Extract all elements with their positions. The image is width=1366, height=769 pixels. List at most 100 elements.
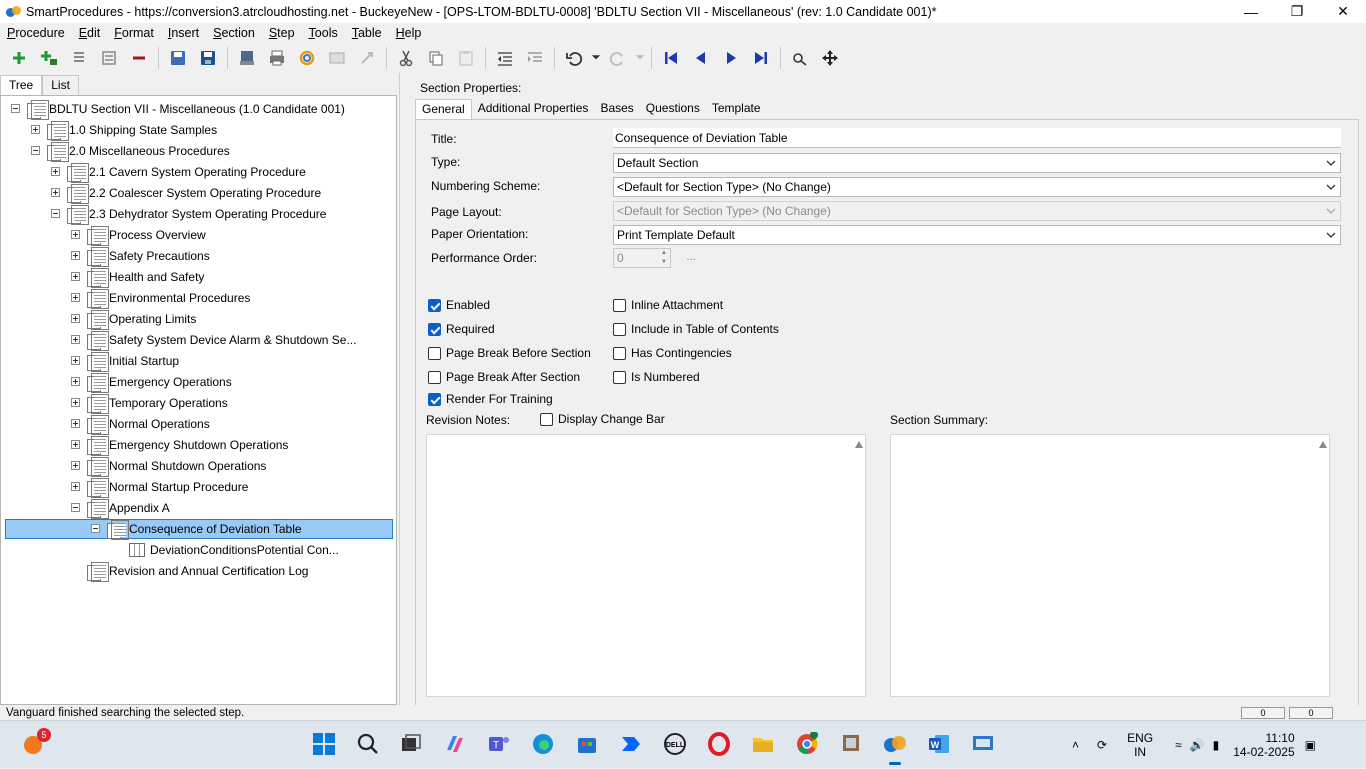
expand-icon[interactable]: [71, 251, 80, 260]
remote-app-icon[interactable]: [837, 730, 865, 758]
paper-orientation-select[interactable]: Print Template Default: [613, 225, 1341, 245]
section-summary-textarea[interactable]: [890, 434, 1330, 697]
add-child-icon[interactable]: [34, 45, 64, 71]
menu-format[interactable]: Format: [107, 26, 161, 40]
notifications-icon[interactable]: ▣: [1305, 738, 1316, 752]
language-indicator[interactable]: ENG IN: [1127, 731, 1153, 759]
scroll-up-icon[interactable]: [855, 441, 863, 448]
smartprocedures-taskbar-icon[interactable]: [881, 730, 909, 765]
enabled-checkbox[interactable]: Enabled: [428, 298, 490, 312]
tree-node[interactable]: Health and Safety: [71, 266, 204, 288]
save-icon[interactable]: [193, 45, 223, 71]
tab-tree[interactable]: Tree: [0, 75, 43, 96]
start-icon[interactable]: [310, 730, 338, 758]
next-icon[interactable]: [716, 45, 746, 71]
previous-icon[interactable]: [686, 45, 716, 71]
edge-icon[interactable]: [529, 730, 557, 758]
network-sync-icon[interactable]: ⟳: [1097, 738, 1107, 752]
menu-edit[interactable]: Edit: [72, 26, 108, 40]
tree-node[interactable]: Emergency Operations: [71, 371, 232, 393]
is-numbered-checkbox[interactable]: Is Numbered: [613, 370, 700, 384]
indent-icon[interactable]: [520, 45, 550, 71]
expand-icon[interactable]: [71, 461, 80, 470]
store-icon[interactable]: [573, 730, 601, 758]
tab-general[interactable]: General: [415, 99, 472, 119]
expand-icon[interactable]: [71, 293, 80, 302]
undo-icon[interactable]: [559, 45, 589, 71]
has-contingencies-checkbox[interactable]: Has Contingencies: [613, 346, 732, 360]
restore-button[interactable]: ❐: [1274, 0, 1320, 23]
tree-node[interactable]: Safety System Device Alarm & Shutdown Se…: [71, 329, 356, 351]
expand-icon[interactable]: [71, 419, 80, 428]
tree-node[interactable]: 2.0 Miscellaneous Procedures: [31, 140, 230, 162]
expand-icon[interactable]: [71, 335, 80, 344]
print-icon[interactable]: [262, 45, 292, 71]
expand-icon[interactable]: [71, 272, 80, 281]
menu-step[interactable]: Step: [262, 26, 302, 40]
tab-questions[interactable]: Questions: [640, 99, 706, 119]
expand-icon[interactable]: [71, 356, 80, 365]
copilot-icon[interactable]: [441, 730, 469, 758]
procedure-tree[interactable]: BDLTU Section VII - Miscellaneous (1.0 C…: [0, 95, 397, 705]
first-icon[interactable]: [656, 45, 686, 71]
tree-node[interactable]: Revision and Annual Certification Log: [71, 560, 308, 582]
tree-node[interactable]: Emergency Shutdown Operations: [71, 434, 288, 456]
revision-notes-textarea[interactable]: [426, 434, 866, 697]
tree-node[interactable]: Initial Startup: [71, 350, 179, 372]
teams-icon[interactable]: T: [485, 730, 513, 758]
tab-bases[interactable]: Bases: [594, 99, 639, 119]
chevron-up-icon[interactable]: ˄: [1072, 738, 1079, 752]
tree-node[interactable]: Operating Limits: [71, 308, 196, 330]
chrome-icon[interactable]: [793, 730, 821, 758]
align-icon[interactable]: [64, 45, 94, 71]
collapse-icon[interactable]: [31, 146, 40, 155]
copy-icon[interactable]: [421, 45, 451, 71]
tree-node[interactable]: Normal Operations: [71, 413, 210, 435]
tree-node[interactable]: Appendix A: [71, 497, 170, 519]
render-for-training-checkbox[interactable]: Render For Training: [428, 392, 553, 406]
tree-node[interactable]: 2.1 Cavern System Operating Procedure: [51, 161, 306, 183]
menu-procedure[interactable]: Procedure: [0, 26, 72, 40]
menu-insert[interactable]: Insert: [161, 26, 206, 40]
tab-additional-properties[interactable]: Additional Properties: [472, 99, 595, 119]
remote-desktop-icon[interactable]: [969, 730, 997, 758]
pane-splitter[interactable]: [399, 73, 407, 706]
cut-icon[interactable]: [391, 45, 421, 71]
required-checkbox[interactable]: Required: [428, 322, 495, 336]
tab-list[interactable]: List: [42, 75, 79, 95]
tree-node[interactable]: 2.3 Dehydrator System Operating Procedur…: [51, 203, 326, 225]
clock[interactable]: 11:10 14-02-2025: [1233, 731, 1294, 759]
dell-icon[interactable]: DELL: [661, 730, 689, 758]
expand-icon[interactable]: [71, 314, 80, 323]
tree-node[interactable]: 1.0 Shipping State Samples: [31, 119, 217, 141]
title-field[interactable]: Consequence of Deviation Table: [613, 128, 1341, 148]
task-view-icon[interactable]: [397, 730, 425, 758]
wifi-icon[interactable]: ≈: [1175, 738, 1182, 752]
page-break-before-checkbox[interactable]: Page Break Before Section: [428, 346, 591, 360]
expand-icon[interactable]: [51, 167, 60, 176]
tree-node-selected[interactable]: Consequence of Deviation Table: [91, 518, 302, 540]
save-all-icon[interactable]: [163, 45, 193, 71]
find-icon[interactable]: [785, 45, 815, 71]
remove-icon[interactable]: [124, 45, 154, 71]
menu-table[interactable]: Table: [345, 26, 389, 40]
collapse-icon[interactable]: [71, 503, 80, 512]
inline-attachment-checkbox[interactable]: Inline Attachment: [613, 298, 723, 312]
expand-icon[interactable]: [71, 482, 80, 491]
page-break-after-checkbox[interactable]: Page Break After Section: [428, 370, 580, 384]
template-icon[interactable]: [322, 45, 352, 71]
tree-node[interactable]: DeviationConditionsPotential Con...: [111, 539, 339, 560]
power-automate-icon[interactable]: [617, 730, 645, 758]
tree-node[interactable]: Safety Precautions: [71, 245, 210, 267]
search-icon[interactable]: [354, 730, 382, 758]
chevron-down-icon[interactable]: [589, 45, 603, 71]
last-icon[interactable]: [746, 45, 776, 71]
expand-icon[interactable]: [71, 398, 80, 407]
tree-node[interactable]: 2.2 Coalescer System Operating Procedure: [51, 182, 321, 204]
expand-icon[interactable]: [71, 440, 80, 449]
numbering-scheme-select[interactable]: <Default for Section Type> (No Change): [613, 177, 1341, 197]
menu-section[interactable]: Section: [206, 26, 262, 40]
tree-node[interactable]: Process Overview: [71, 224, 206, 246]
expand-icon[interactable]: [31, 125, 40, 134]
publish-icon[interactable]: [232, 45, 262, 71]
